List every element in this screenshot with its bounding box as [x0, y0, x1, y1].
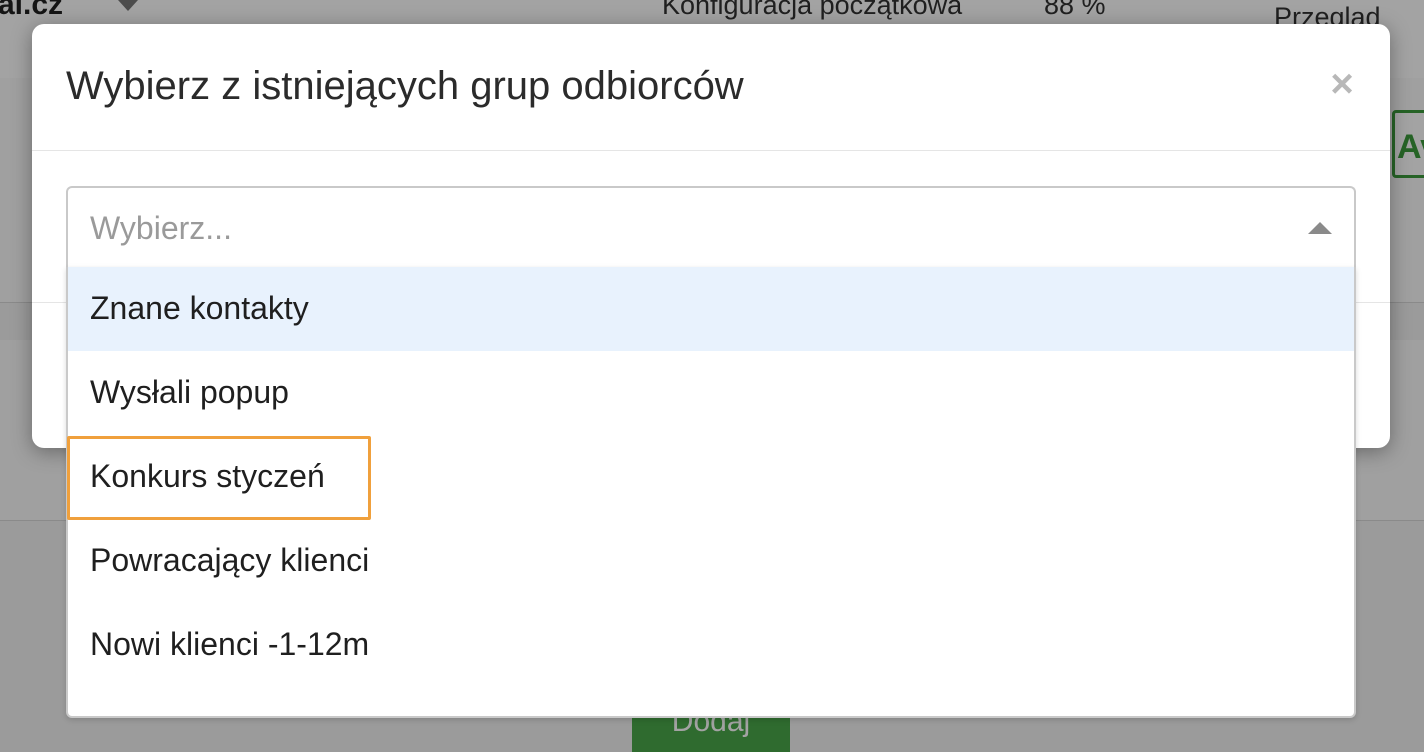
close-icon[interactable]: ×	[1322, 60, 1362, 108]
option-label: Znane kontakty	[90, 290, 309, 326]
select-placeholder: Wybierz...	[90, 210, 232, 246]
option-konkurs-styczen[interactable]: Konkurs styczeń	[68, 435, 1354, 519]
option-nowi-klienci[interactable]: Nowi klienci -1-12m	[68, 603, 1354, 687]
option-wyslali-popup[interactable]: Wysłali popup	[68, 351, 1354, 435]
modal-header: Wybierz z istniejących grup odbiorców ×	[32, 24, 1390, 151]
option-znane-kontakty[interactable]: Znane kontakty	[68, 267, 1354, 351]
modal-title: Wybierz z istniejących grup odbiorców	[66, 64, 744, 108]
option-partial[interactable]	[68, 687, 1354, 716]
audience-group-select[interactable]: Wybierz...	[66, 186, 1356, 268]
option-label: Wysłali popup	[90, 374, 289, 410]
option-label: Powracający klienci	[90, 542, 370, 578]
chevron-up-icon[interactable]	[1308, 222, 1332, 234]
option-powracajacy-klienci[interactable]: Powracający klienci	[68, 519, 1354, 603]
option-label: Konkurs styczeń	[90, 458, 325, 494]
option-label: Nowi klienci -1-12m	[90, 626, 370, 662]
select-dropdown-list[interactable]: Znane kontakty Wysłali popup Konkurs sty…	[66, 267, 1356, 718]
page: al.cz Konfiguracja początkowa 88 % Przeg…	[0, 0, 1424, 752]
